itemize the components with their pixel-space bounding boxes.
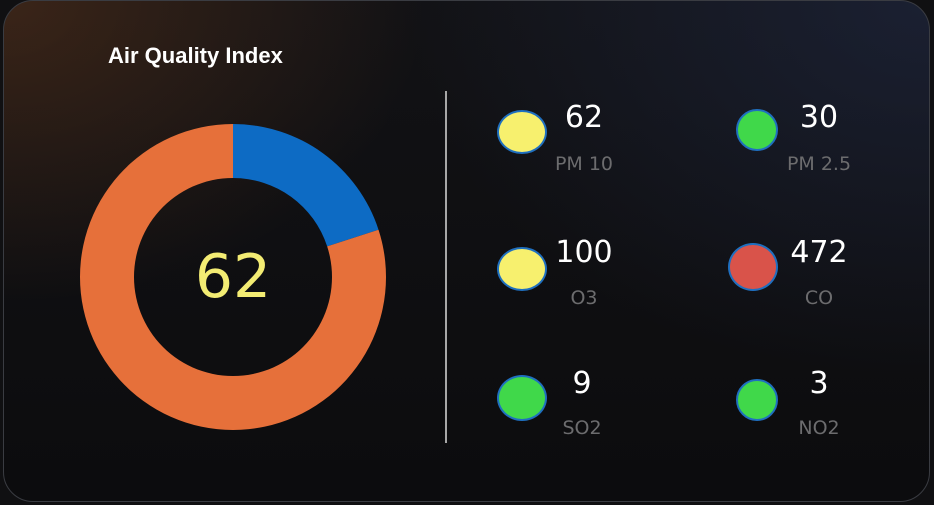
pm25-label: PM 2.5 xyxy=(786,153,852,175)
pm10-value: 62 xyxy=(564,100,604,135)
o3-label: O3 xyxy=(570,287,598,309)
metric-no2: 3 NO2 xyxy=(734,366,929,447)
air-quality-card: Air Quality Index 62 62 PM 10 30 PM 2.5 … xyxy=(3,0,930,502)
divider xyxy=(445,91,447,443)
aqi-value: 62 xyxy=(194,242,272,312)
co-value: 472 xyxy=(790,235,848,270)
pm10-label: PM 10 xyxy=(554,153,614,175)
widget-title: Air Quality Index xyxy=(108,43,283,68)
metric-so2: 9 SO2 xyxy=(494,367,694,447)
metric-pm10: 62 PM 10 xyxy=(494,101,694,181)
metric-co: 472 CO xyxy=(726,235,926,315)
pm25-value: 30 xyxy=(799,100,839,135)
o3-value: 100 xyxy=(555,235,613,270)
so2-value: 9 xyxy=(572,366,592,401)
metric-o3: 100 O3 xyxy=(494,235,694,315)
aqi-donut-chart: 62 xyxy=(80,124,386,430)
co-label: CO xyxy=(804,287,834,309)
so2-label: SO2 xyxy=(562,417,602,439)
metric-pm25: 30 PM 2.5 xyxy=(734,100,929,181)
no2-label: NO2 xyxy=(798,417,840,439)
no2-value: 3 xyxy=(809,366,829,401)
